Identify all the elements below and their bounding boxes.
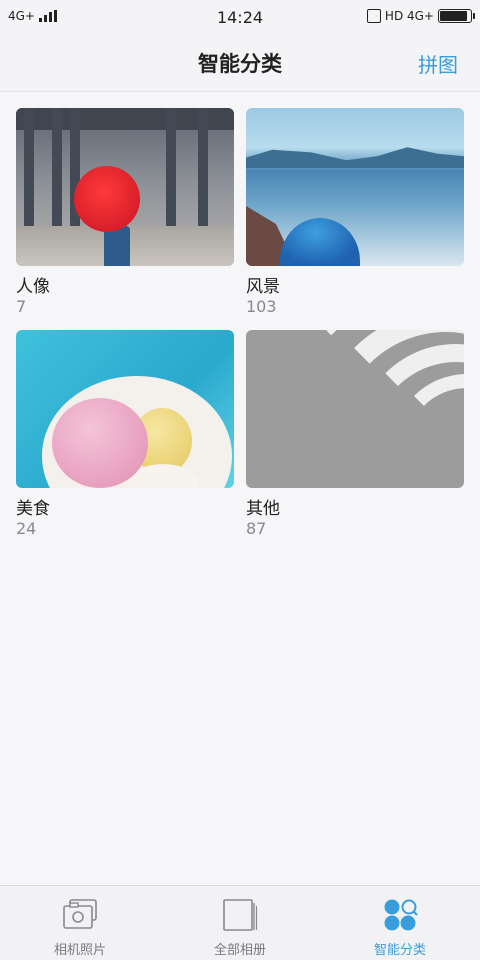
header: 智能分类 拼图 <box>0 34 480 92</box>
status-right: HD 4G+ <box>366 9 475 23</box>
tab-label: 智能分类 <box>373 943 426 958</box>
tab-label: 相机照片 <box>53 943 106 958</box>
category-card-portrait[interactable]: 人像 7 <box>16 108 234 316</box>
network-type-right: HD 4G+ <box>384 9 434 23</box>
bottom-nav: 相机照片 全部相册 智能分类 <box>0 885 480 960</box>
category-label: 人像 <box>16 277 50 297</box>
category-card-landscape[interactable]: 风景 103 <box>246 108 464 316</box>
status-bar: 4G+ 14:24 HD 4G+ <box>0 0 480 34</box>
category-thumbnail[interactable] <box>246 330 464 488</box>
category-card-food[interactable]: 美食 24 <box>16 330 234 538</box>
category-thumbnail[interactable] <box>246 108 464 266</box>
category-count: 103 <box>246 297 277 316</box>
tab-camera-photos[interactable]: 相机照片 <box>0 886 160 960</box>
vibrate-icon <box>366 9 381 23</box>
category-card-other[interactable]: 其他 87 <box>246 330 464 538</box>
smart-category-icon <box>384 899 418 931</box>
category-count: 24 <box>16 519 37 538</box>
tab-all-albums[interactable]: 全部相册 <box>160 886 320 960</box>
category-count: 7 <box>16 297 27 316</box>
collage-button[interactable]: 拼图 <box>418 49 458 78</box>
page-title: 智能分类 <box>198 52 282 76</box>
category-label: 风景 <box>246 277 280 297</box>
category-label: 其他 <box>246 499 280 519</box>
category-thumbnail[interactable] <box>16 330 234 488</box>
camera-photos-icon <box>63 899 97 929</box>
battery-icon <box>438 9 475 23</box>
tab-smart-category[interactable]: 智能分类 <box>320 886 480 960</box>
tab-label: 全部相册 <box>213 943 266 958</box>
category-thumbnail[interactable] <box>16 108 234 266</box>
albums-icon <box>223 899 258 931</box>
category-label: 美食 <box>16 499 50 519</box>
category-count: 87 <box>246 519 267 538</box>
